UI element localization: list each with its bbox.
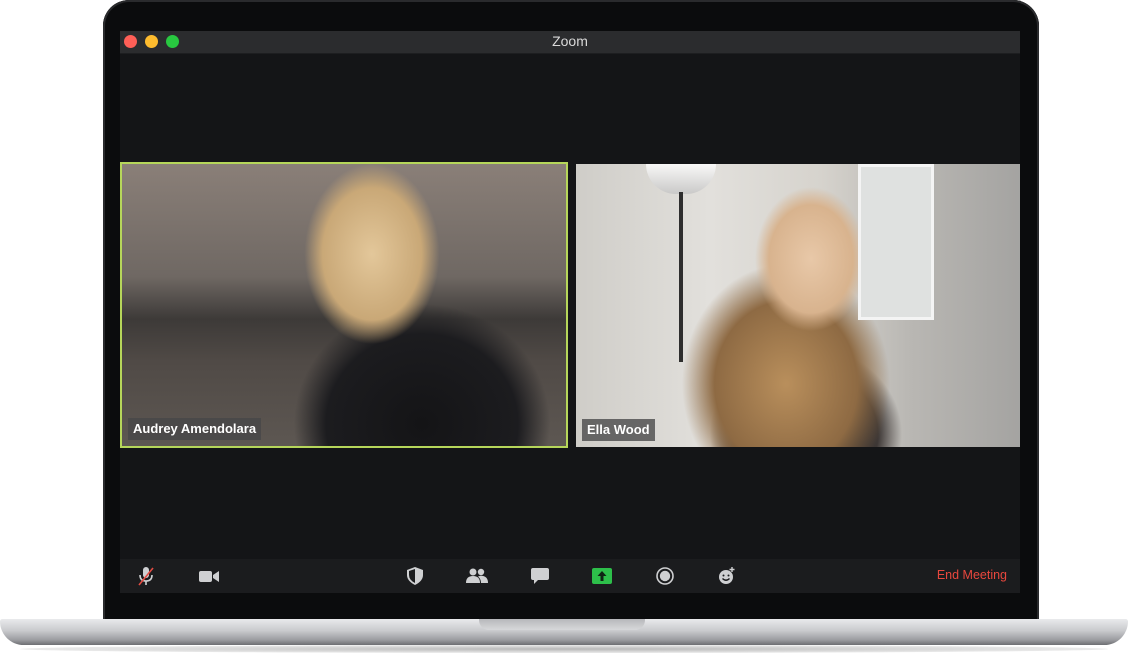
- reaction-emoji-icon: [719, 567, 735, 584]
- chat-icon: [531, 568, 549, 584]
- background-chandelier: [646, 164, 716, 194]
- video-tile-ella[interactable]: Ella Wood: [576, 164, 1020, 447]
- share-screen-button[interactable]: [589, 564, 615, 588]
- title-bar: Zoom: [120, 31, 1020, 54]
- video-tile-audrey[interactable]: Audrey Amendolara: [120, 162, 568, 448]
- participants-button[interactable]: [464, 564, 490, 588]
- record-icon: [656, 567, 674, 585]
- video-button[interactable]: [196, 564, 222, 588]
- participant-name-tag: Ella Wood: [582, 419, 655, 441]
- zoom-window: Zoom Audrey Amendolara Ella Wood End Mee…: [120, 31, 1020, 593]
- background-lamp-pole: [679, 192, 683, 362]
- microphone-muted-icon: [138, 567, 154, 586]
- participant-name-tag: Audrey Amendolara: [128, 418, 262, 440]
- laptop-shadow: [20, 645, 1108, 653]
- mute-button[interactable]: [133, 564, 159, 588]
- share-screen-icon: [592, 568, 612, 584]
- participants-icon: [466, 568, 488, 583]
- background-window: [858, 164, 934, 320]
- meeting-toolbar: End Meeting: [120, 559, 1020, 593]
- shield-icon: [407, 567, 423, 585]
- end-meeting-button[interactable]: End Meeting: [937, 568, 1007, 582]
- security-button[interactable]: [402, 564, 428, 588]
- reactions-button[interactable]: [714, 564, 740, 588]
- window-title: Zoom: [552, 33, 588, 49]
- video-camera-icon: [199, 571, 219, 582]
- chat-button[interactable]: [527, 564, 553, 588]
- laptop-notch: [479, 619, 645, 630]
- record-button[interactable]: [652, 564, 678, 588]
